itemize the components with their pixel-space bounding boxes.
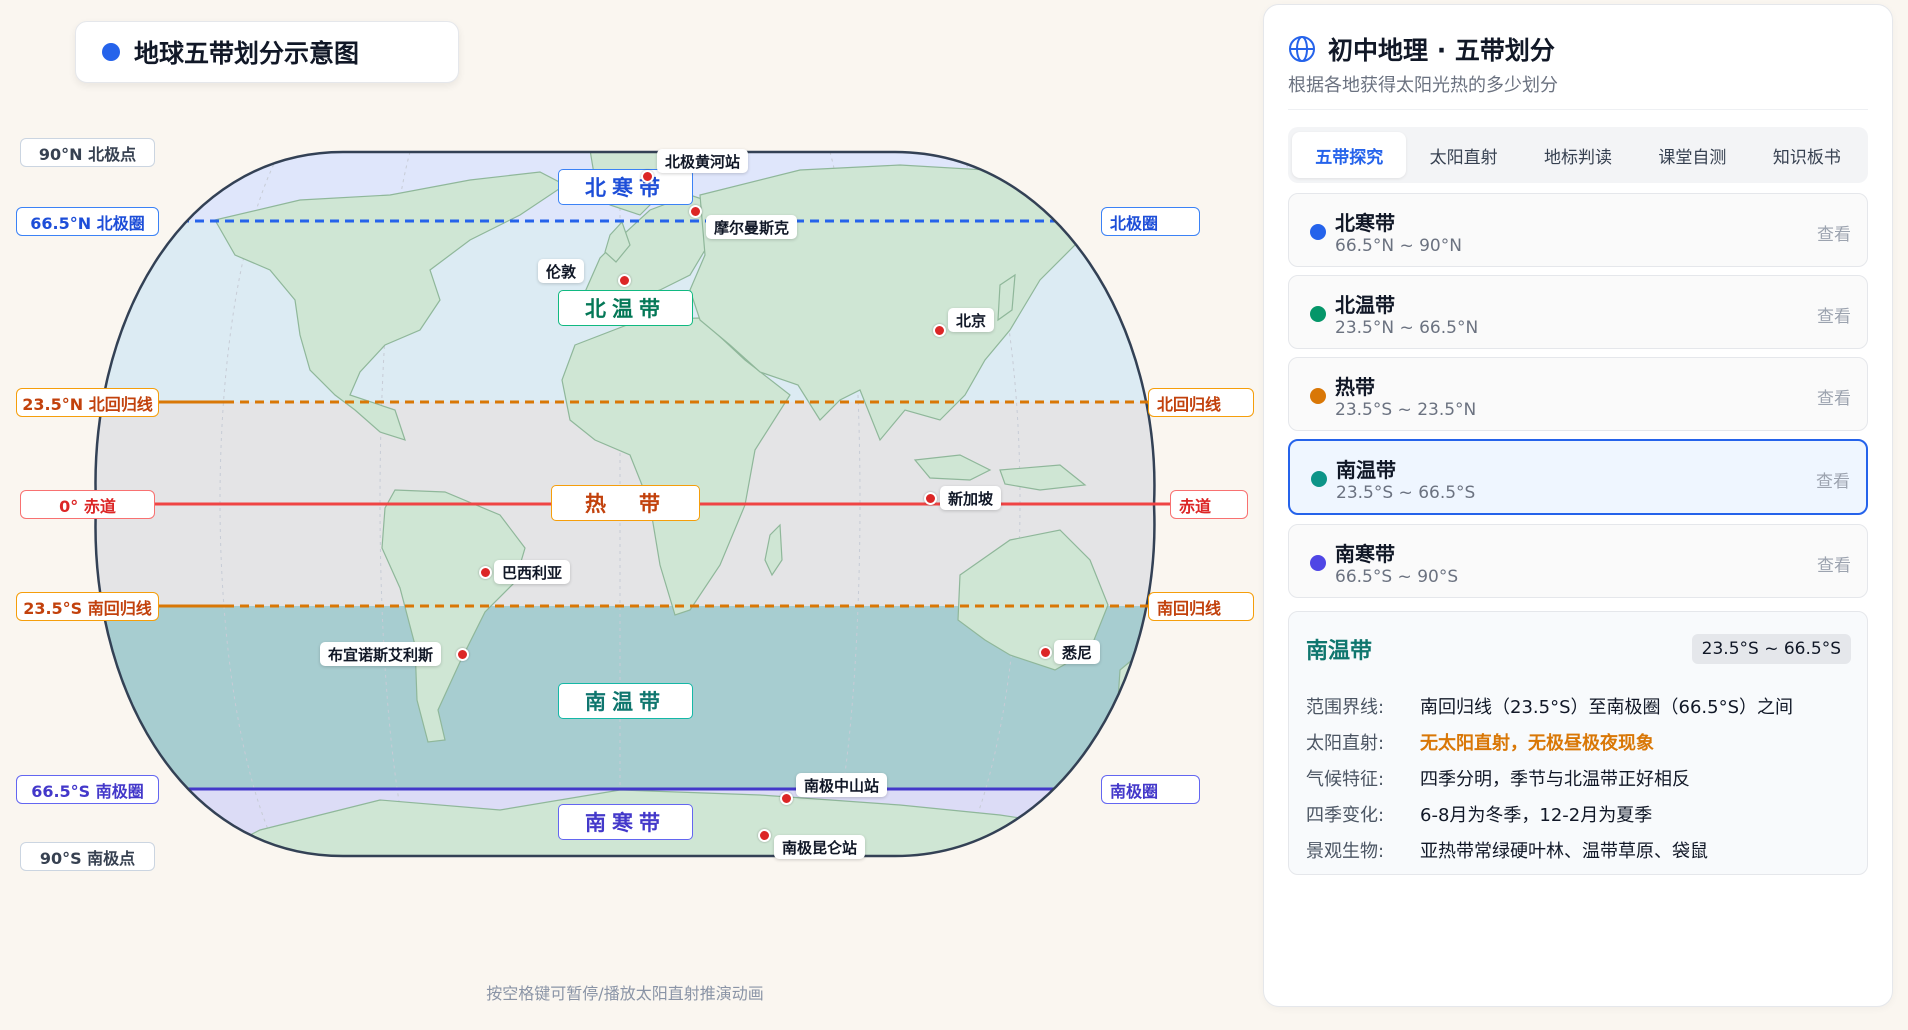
detail-row: 范围界线: 南回归线（23.5°S）至南极圈（66.5°S）之间 — [1306, 688, 1793, 724]
city-marker[interactable] — [689, 205, 702, 218]
globe-icon — [1289, 36, 1315, 62]
detail-row: 四季变化: 6-8月为冬季，12-2月为夏季 — [1306, 796, 1793, 832]
tab-zone-explore[interactable]: 五带探究 — [1292, 132, 1407, 178]
zone-card-south-frigid[interactable]: 南寒带 66.5°S ~ 90°S 查看 — [1288, 524, 1868, 598]
city-marker[interactable] — [933, 324, 946, 337]
zone-name: 北寒带 — [1335, 211, 1395, 235]
city-label: 南极中山站 — [796, 773, 888, 797]
label-north-pole: 90°N 北极点 — [20, 138, 155, 167]
detail-value: 6-8月为冬季，12-2月为夏季 — [1420, 805, 1653, 826]
detail-rows: 范围界线: 南回归线（23.5°S）至南极圈（66.5°S）之间 太阳直射: 无… — [1306, 688, 1793, 868]
detail-key: 四季变化: — [1306, 805, 1385, 826]
zone-list: 北寒带 66.5°N ~ 90°N 查看 北温带 23.5°N ~ 66.5°N… — [1288, 193, 1868, 606]
label-equator-right: 赤道 — [1170, 490, 1248, 519]
zone-range: 66.5°N ~ 90°N — [1335, 236, 1462, 256]
city-marker[interactable] — [618, 274, 631, 287]
tab-notes[interactable]: 知识板书 — [1750, 132, 1864, 178]
city-label: 南极昆仑站 — [774, 835, 866, 859]
label-equator: 0° 赤道 — [20, 490, 155, 519]
tab-bar: 五带探究 太阳直射 地标判读 课堂自测 知识板书 — [1288, 127, 1868, 183]
city-label: 北极黄河站 — [657, 149, 749, 173]
view-link[interactable]: 查看 — [1817, 220, 1851, 245]
city-label: 北京 — [948, 308, 995, 332]
city-marker[interactable] — [479, 566, 492, 579]
zone-label-north-frigid[interactable]: 北寒带 — [558, 169, 693, 205]
detail-row: 气候特征: 四季分明，季节与北温带正好相反 — [1306, 760, 1793, 796]
detail-value: 无太阳直射，无极昼极夜现象 — [1420, 733, 1654, 754]
tab-direct-sun[interactable]: 太阳直射 — [1406, 132, 1520, 178]
city-marker[interactable] — [1039, 646, 1052, 659]
city-marker[interactable] — [924, 492, 937, 505]
city-marker[interactable] — [456, 648, 469, 661]
zone-label-north-temperate[interactable]: 北温带 — [558, 290, 693, 326]
city-label: 巴西利亚 — [494, 560, 571, 584]
detail-range-badge: 23.5°S ~ 66.5°S — [1691, 634, 1851, 664]
zone-name: 南温带 — [1336, 458, 1396, 482]
city-label: 摩尔曼斯克 — [706, 215, 798, 239]
city-label: 悉尼 — [1054, 640, 1101, 664]
detail-row: 太阳直射: 无太阳直射，无极昼极夜现象 — [1306, 724, 1793, 760]
zone-color-dot — [1311, 471, 1327, 487]
zone-color-dot — [1310, 388, 1326, 404]
label-arctic-circle-right: 北极圈 — [1101, 207, 1200, 236]
zone-color-dot — [1310, 224, 1326, 240]
panel-title: 初中地理 · 五带划分 — [1328, 36, 1555, 65]
detail-value: 南回归线（23.5°S）至南极圈（66.5°S）之间 — [1420, 697, 1794, 718]
label-tropic-cancer-right: 北回归线 — [1148, 388, 1254, 417]
view-link[interactable]: 查看 — [1817, 302, 1851, 327]
city-marker[interactable] — [780, 792, 793, 805]
zone-range: 23.5°S ~ 23.5°N — [1335, 400, 1477, 420]
info-panel: 初中地理 · 五带划分 根据各地获得太阳光热的多少划分 五带探究 太阳直射 地标… — [1263, 4, 1893, 1007]
zone-label-tropical[interactable]: 热 带 — [551, 485, 700, 521]
city-label: 伦敦 — [538, 259, 585, 283]
zone-label-south-frigid[interactable]: 南寒带 — [558, 804, 693, 840]
label-tropic-capricorn-right: 南回归线 — [1148, 592, 1254, 621]
zone-color-dot — [1310, 306, 1326, 322]
zone-name: 北温带 — [1335, 293, 1395, 317]
zone-detail-card: 南温带 23.5°S ~ 66.5°S 范围界线: 南回归线（23.5°S）至南… — [1288, 611, 1868, 875]
zone-name: 热带 — [1335, 375, 1375, 399]
tab-quiz[interactable]: 课堂自测 — [1635, 132, 1749, 178]
label-tropic-capricorn: 23.5°S 南回归线 — [16, 592, 159, 621]
zone-name: 南寒带 — [1335, 542, 1395, 566]
zone-range: 23.5°S ~ 66.5°S — [1336, 483, 1476, 503]
zone-color-dot — [1310, 555, 1326, 571]
detail-value: 四季分明，季节与北温带正好相反 — [1420, 769, 1690, 790]
label-arctic-circle: 66.5°N 北极圈 — [16, 207, 159, 236]
tab-landmark[interactable]: 地标判读 — [1521, 132, 1635, 178]
detail-key: 景观生物: — [1306, 841, 1385, 862]
zone-card-north-frigid[interactable]: 北寒带 66.5°N ~ 90°N 查看 — [1288, 193, 1868, 267]
label-antarctic-circle: 66.5°S 南极圈 — [16, 775, 159, 804]
city-label: 新加坡 — [940, 486, 1002, 510]
divider — [1288, 109, 1868, 110]
animation-hint: 按空格键可暂停/播放太阳直射推演动画 — [486, 984, 764, 1003]
panel-subtitle: 根据各地获得太阳光热的多少划分 — [1288, 75, 1558, 96]
zone-card-north-temperate[interactable]: 北温带 23.5°N ~ 66.5°N 查看 — [1288, 275, 1868, 349]
city-marker[interactable] — [758, 829, 771, 842]
detail-value: 亚热带常绿硬叶林、温带草原、袋鼠 — [1420, 841, 1708, 862]
city-label: 布宜诺斯艾利斯 — [320, 642, 442, 666]
zone-card-tropical[interactable]: 热带 23.5°S ~ 23.5°N 查看 — [1288, 357, 1868, 431]
city-marker[interactable] — [641, 170, 654, 183]
detail-key: 范围界线: — [1306, 697, 1385, 718]
view-link[interactable]: 查看 — [1816, 467, 1850, 492]
zone-label-south-temperate[interactable]: 南温带 — [558, 683, 693, 719]
zone-card-south-temperate[interactable]: 南温带 23.5°S ~ 66.5°S 查看 — [1288, 439, 1868, 515]
detail-key: 太阳直射: — [1306, 733, 1385, 754]
detail-title: 南温带 — [1306, 639, 1373, 664]
detail-key: 气候特征: — [1306, 769, 1385, 790]
zone-range: 66.5°S ~ 90°S — [1335, 567, 1459, 587]
zone-range: 23.5°N ~ 66.5°N — [1335, 318, 1479, 338]
view-link[interactable]: 查看 — [1817, 384, 1851, 409]
label-tropic-cancer: 23.5°N 北回归线 — [16, 388, 159, 417]
panel-header: 初中地理 · 五带划分 — [1288, 31, 1555, 67]
view-link[interactable]: 查看 — [1817, 551, 1851, 576]
label-south-pole: 90°S 南极点 — [20, 842, 155, 871]
detail-row: 景观生物: 亚热带常绿硬叶林、温带草原、袋鼠 — [1306, 832, 1793, 868]
label-antarctic-circle-right: 南极圈 — [1101, 775, 1200, 804]
